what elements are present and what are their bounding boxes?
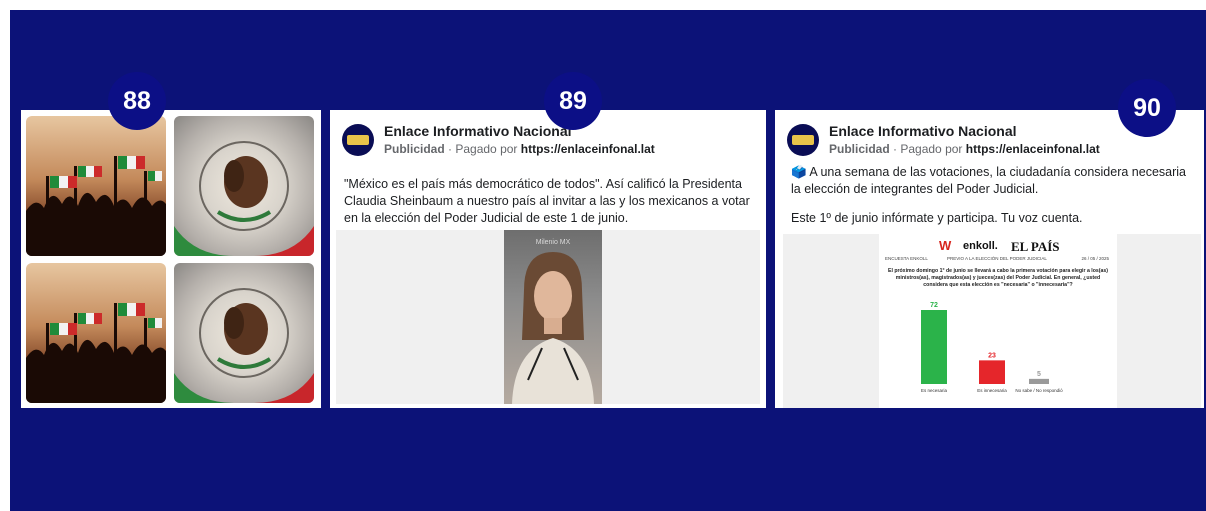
poll-bar-value: 23	[988, 352, 996, 359]
post-text-2: Este 1º de junio infórmate y participa. …	[791, 211, 1083, 225]
poll-bar-value: 5	[1037, 371, 1041, 378]
post-header: Enlace Informativo Nacional Publicidad ·…	[342, 122, 655, 158]
sponsor-url[interactable]: https://enlaceinfonal.lat	[521, 142, 655, 156]
poll-category-label: No sabe / No respondió	[1015, 388, 1063, 393]
sponsored-label: Publicidad	[384, 142, 445, 156]
post-media[interactable]: W enkoll. EL PAÍS ENCUESTA ENKOLL PREVIO…	[783, 234, 1201, 408]
page-avatar[interactable]	[787, 124, 819, 156]
media-source-label: Milenio MX	[535, 239, 571, 246]
page-avatar[interactable]	[342, 124, 374, 156]
portrait-image: Milenio MX	[504, 230, 602, 404]
post-media[interactable]: Milenio MX	[336, 230, 760, 404]
ad-89-post[interactable]: Enlace Informativo Nacional Publicidad ·…	[330, 110, 766, 408]
el-pais-logo: EL PAÍS	[1011, 239, 1060, 254]
page-name[interactable]: Enlace Informativo Nacional	[384, 122, 655, 140]
badge-90: 90	[1118, 79, 1176, 137]
badge-88: 88	[108, 72, 166, 130]
crowd-flags-image	[26, 116, 166, 256]
poll-bar	[1029, 378, 1049, 384]
badge-89: 89	[544, 72, 602, 130]
poll-bar	[979, 360, 1005, 384]
poll-bar	[921, 310, 947, 384]
crowd-flags-image-2	[26, 263, 166, 403]
enkoll-logo: enkoll.	[963, 240, 998, 252]
sponsor-url[interactable]: https://enlaceinfonal.lat	[966, 142, 1100, 156]
poll-graphic: W enkoll. EL PAÍS ENCUESTA ENKOLL PREVIO…	[879, 234, 1117, 408]
poll-source: ENCUESTA ENKOLL	[885, 256, 928, 261]
post-header: Enlace Informativo Nacional Publicidad ·…	[787, 122, 1100, 158]
poll-logos: W enkoll. EL PAÍS	[879, 238, 1117, 256]
paid-by-label: · Pagado por	[448, 142, 518, 156]
page-name[interactable]: Enlace Informativo Nacional	[829, 122, 1100, 140]
poll-question: El próximo domingo 1° de junio se llevar…	[887, 268, 1109, 288]
poll-category-label: Es necesaria	[921, 388, 948, 393]
poll-date: 26 / 05 / 2025	[1081, 256, 1109, 261]
poll-subject: PREVIO A LA ELECCIÓN DEL PODER JUDICIAL	[947, 256, 1047, 261]
poll-bar-value: 72	[930, 302, 938, 309]
ad-88-collage[interactable]	[21, 110, 321, 408]
post-text-1: 🗳️ A una semana de las votaciones, la ci…	[791, 165, 1186, 196]
sponsored-meta: Publicidad · Pagado por https://enlacein…	[384, 140, 655, 158]
w-radio-logo: W	[939, 238, 952, 253]
mexican-crest-image	[174, 116, 314, 256]
poll-category-label: Es innecesaria	[977, 388, 1007, 393]
post-text: "México es el país más democrático de to…	[344, 177, 750, 225]
poll-bar-chart: 72 Es necesaria 23 Es innecesaria 5 No sabe /…	[921, 302, 1063, 393]
ad-90-post[interactable]: Enlace Informativo Nacional Publicidad ·…	[775, 110, 1204, 408]
sponsored-meta: Publicidad · Pagado por https://enlacein…	[829, 140, 1100, 158]
paid-by-label: · Pagado por	[893, 142, 963, 156]
mexican-crest-image-2	[174, 263, 314, 403]
sponsored-label: Publicidad	[829, 142, 890, 156]
